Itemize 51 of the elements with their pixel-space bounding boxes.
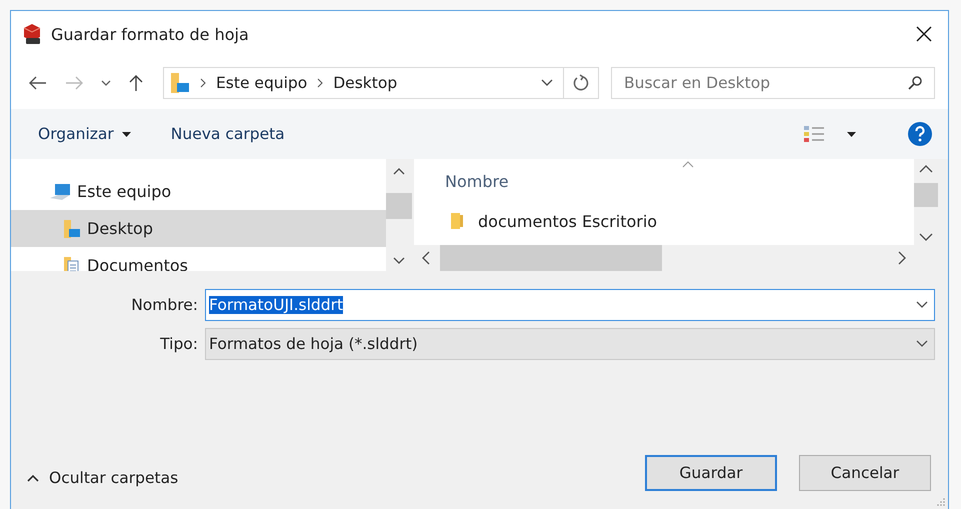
tree-item[interactable]: Este equipo xyxy=(11,173,386,210)
chevron-down-icon[interactable] xyxy=(101,80,111,86)
scroll-left-icon[interactable] xyxy=(422,251,430,265)
back-arrow-icon[interactable] xyxy=(29,76,47,90)
field-label: Nombre: xyxy=(130,296,199,314)
search-field[interactable]: Buscar en Desktop xyxy=(611,67,935,99)
hide-folders-toggle[interactable]: Ocultar carpetas xyxy=(27,469,178,487)
chevron-down-icon xyxy=(916,340,928,348)
scroll-thumb[interactable] xyxy=(386,193,412,219)
desktop-folder-icon xyxy=(170,72,190,94)
resize-grip-icon[interactable] xyxy=(937,498,945,506)
dialog-button[interactable]: Guardar xyxy=(645,455,777,491)
organize-menu[interactable]: Organizar xyxy=(38,125,114,143)
chevron-right-icon xyxy=(200,78,206,88)
chevron-down-icon[interactable] xyxy=(916,300,928,308)
up-arrow-icon[interactable] xyxy=(129,74,143,92)
view-list-icon[interactable] xyxy=(803,125,825,143)
chevron-up-icon xyxy=(27,474,39,482)
folder-icon xyxy=(450,212,464,230)
window-title: Guardar formato de hoja xyxy=(51,24,249,44)
file-row[interactable]: documentos Escritorio xyxy=(445,203,914,239)
refresh-icon xyxy=(573,74,589,92)
scroll-thumb[interactable] xyxy=(914,183,938,207)
filename-field[interactable]: FormatoUJI.slddrt xyxy=(205,288,935,320)
app-cube-icon xyxy=(21,23,43,45)
column-header[interactable]: Nombre xyxy=(445,172,509,190)
dialog-button[interactable]: Cancelar xyxy=(799,455,931,491)
desktop-folder-icon xyxy=(63,218,81,238)
caret-icon xyxy=(122,132,131,136)
scroll-right-icon[interactable] xyxy=(898,251,906,265)
tree-item[interactable]: Desktop xyxy=(11,210,386,247)
caret-icon[interactable] xyxy=(847,132,856,136)
chevron-right-icon xyxy=(317,78,324,88)
scroll-down-icon[interactable] xyxy=(393,257,405,265)
computer-icon xyxy=(49,182,71,200)
scroll-up-icon[interactable] xyxy=(393,167,405,175)
close-icon[interactable] xyxy=(916,26,932,42)
scroll-thumb[interactable] xyxy=(440,245,662,271)
field-label: Tipo: xyxy=(159,334,199,352)
chevron-down-icon[interactable] xyxy=(541,79,553,87)
search-icon xyxy=(908,76,922,90)
scroll-up-icon[interactable] xyxy=(919,165,933,173)
breadcrumb[interactable]: Desktop xyxy=(333,74,398,92)
breadcrumb[interactable]: Este equipo xyxy=(216,74,308,92)
help-icon[interactable] xyxy=(908,122,932,146)
address-bar[interactable]: Este equipo Desktop xyxy=(163,67,599,99)
scrollbar[interactable] xyxy=(386,159,412,271)
new-folder-button[interactable]: Nueva carpeta xyxy=(170,125,285,143)
file-type-dropdown[interactable]: Formatos de hoja (*.slddrt) xyxy=(205,328,935,360)
sort-caret-icon xyxy=(682,161,694,168)
scroll-down-icon[interactable] xyxy=(919,233,933,241)
